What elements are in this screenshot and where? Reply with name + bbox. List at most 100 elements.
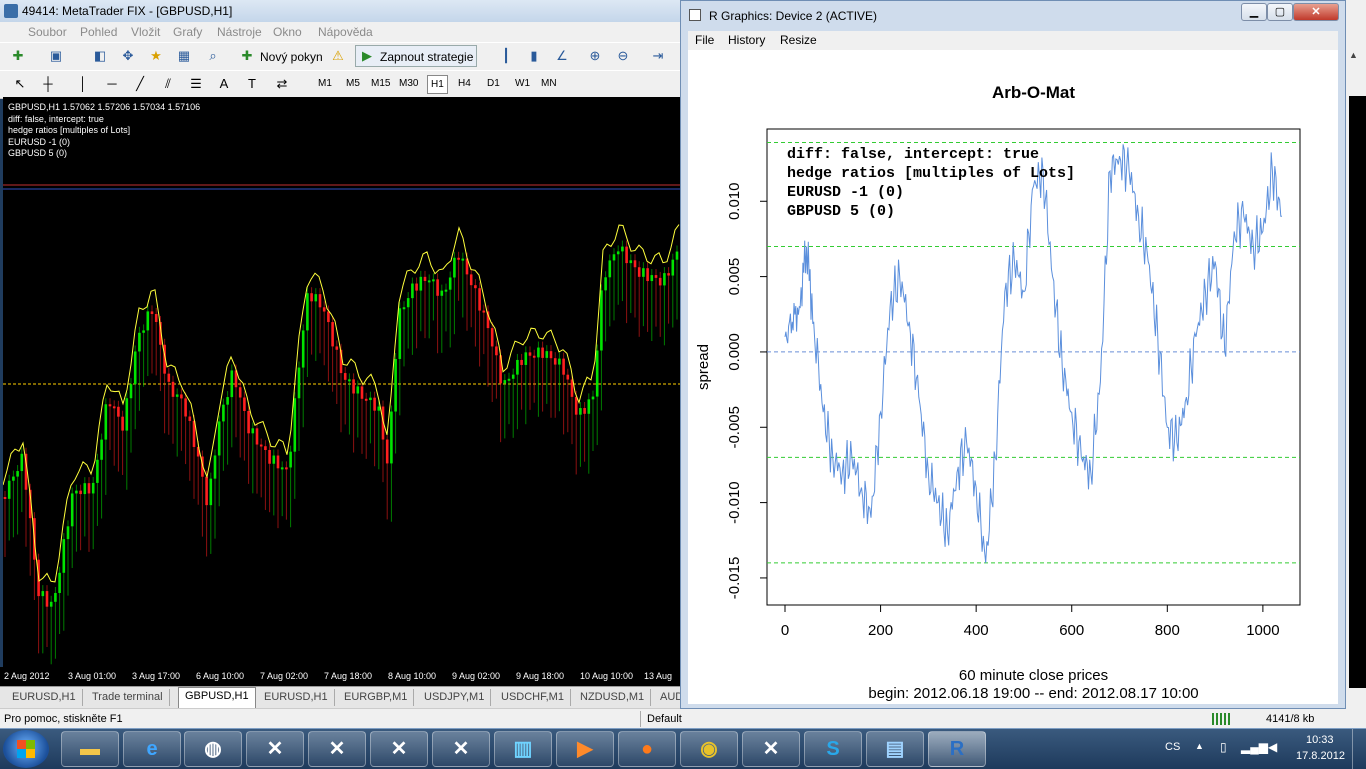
timeframe-m15[interactable]: M15 xyxy=(368,75,393,92)
time-label: 10 Aug 10:00 xyxy=(580,671,634,681)
candle xyxy=(243,397,246,411)
candlestick-icon[interactable]: ▮ xyxy=(526,48,542,64)
timeframe-m1[interactable]: M1 xyxy=(315,75,335,92)
time-label: 6 Aug 10:00 xyxy=(196,671,245,681)
menu-grafy[interactable]: Grafy xyxy=(173,25,202,39)
tester-icon[interactable]: ⌕ xyxy=(205,48,221,64)
network-icon[interactable]: ▂▄▆ xyxy=(1241,740,1268,754)
taskbar-remote[interactable]: ▤ xyxy=(866,731,924,767)
new-order-label: Nový pokyn xyxy=(260,50,323,64)
trendline-icon[interactable]: ╱ xyxy=(132,76,148,92)
timeframe-h4[interactable]: H4 xyxy=(455,75,474,92)
tray-expand-icon[interactable]: ▲ xyxy=(1195,741,1204,751)
timeframe-h1[interactable]: H1 xyxy=(427,75,448,94)
tab-trade-terminal[interactable]: Trade terminal xyxy=(86,689,170,706)
r-menu-history[interactable]: History xyxy=(728,33,765,47)
language-indicator[interactable]: CS xyxy=(1165,741,1180,753)
menu-pohled[interactable]: Pohled xyxy=(80,25,117,39)
taskbar-mt2[interactable]: ✕ xyxy=(308,731,366,767)
taskbar-mt5[interactable]: ✕ xyxy=(742,731,800,767)
auto-trading-button[interactable]: ▶ Zapnout strategie xyxy=(355,45,477,67)
line-chart-icon[interactable]: ∠ xyxy=(554,48,570,64)
volume-icon[interactable]: ◀ xyxy=(1268,740,1277,754)
candle xyxy=(600,290,603,351)
candle xyxy=(390,411,393,464)
chart-info-line: EURUSD -1 (0) xyxy=(8,136,71,147)
zoom-out-icon[interactable]: ⊖ xyxy=(615,48,631,64)
profiles-icon[interactable]: ▣ xyxy=(48,48,64,64)
text-label-icon[interactable]: T xyxy=(244,76,260,92)
new-order-button[interactable]: ✚ Nový pokyn xyxy=(236,46,328,67)
market-watch-icon[interactable]: ◧ xyxy=(92,48,108,64)
timeframe-mn[interactable]: MN xyxy=(538,75,560,92)
candle xyxy=(490,328,494,347)
candle xyxy=(3,497,7,499)
fibonacci-icon[interactable]: ☰ xyxy=(188,76,204,92)
menu-okno[interactable]: Okno xyxy=(273,25,302,39)
taskbar-mt4[interactable]: ✕ xyxy=(432,731,490,767)
maximize-button[interactable]: ▢ xyxy=(1267,3,1293,21)
warning-icon[interactable]: ⚠ xyxy=(330,48,346,64)
start-button[interactable] xyxy=(3,730,49,768)
taskbar-skype[interactable]: S xyxy=(804,731,862,767)
menu-napoveda[interactable]: Nápověda xyxy=(318,25,373,39)
timeframe-m30[interactable]: M30 xyxy=(396,75,421,92)
candle xyxy=(541,347,544,358)
taskbar-csm[interactable]: ▥ xyxy=(494,731,552,767)
candle xyxy=(348,379,351,382)
chart-shift-icon[interactable]: ⇥ xyxy=(650,48,666,64)
text-tool-icon[interactable]: A xyxy=(216,76,232,92)
taskbar-chrome[interactable]: ◉ xyxy=(680,731,738,767)
clock-time[interactable]: 10:33 xyxy=(1306,734,1334,746)
timeframe-m5[interactable]: M5 xyxy=(343,75,363,92)
new-chart-icon[interactable]: ✚ xyxy=(10,48,26,64)
tab-eurusd-h1[interactable]: EURUSD,H1 xyxy=(6,689,83,706)
status-traffic: 4141/8 kb xyxy=(1266,713,1315,725)
channel-icon[interactable]: ⫽ xyxy=(160,76,176,92)
close-button[interactable]: ✕ xyxy=(1293,3,1339,21)
tab-eurusd-h1-2[interactable]: EURUSD,H1 xyxy=(258,689,335,706)
tab-nzdusd-m1[interactable]: NZDUSD,M1 xyxy=(574,689,652,706)
horizontal-line-icon[interactable]: ─ xyxy=(104,76,120,92)
candle xyxy=(16,471,19,477)
candle xyxy=(247,410,250,434)
taskbar-ie[interactable]: e xyxy=(123,731,181,767)
minimize-button[interactable]: ▁ xyxy=(1241,3,1267,21)
r-menu-file[interactable]: File xyxy=(695,33,714,47)
tab-usdjpy-m1[interactable]: USDJPY,M1 xyxy=(418,689,492,706)
taskbar-media[interactable]: ▶ xyxy=(556,731,614,767)
scrollbar-up-icon[interactable]: ▲ xyxy=(1349,50,1358,60)
arrows-icon[interactable]: ⇄ xyxy=(274,76,290,92)
taskbar-r[interactable]: R xyxy=(928,731,986,767)
taskbar-explorer[interactable]: ▬ xyxy=(61,731,119,767)
tab-eurgbp-m1[interactable]: EURGBP,M1 xyxy=(338,689,415,706)
x-tick-label: 400 xyxy=(964,622,989,639)
timeframe-d1[interactable]: D1 xyxy=(484,75,503,92)
timeframe-w1[interactable]: W1 xyxy=(512,75,533,92)
menu-vlozit[interactable]: Vložit xyxy=(131,25,160,39)
tab-usdchf-m1[interactable]: USDCHF,M1 xyxy=(495,689,571,706)
taskbar-mt1[interactable]: ✕ xyxy=(246,731,304,767)
menu-soubor[interactable]: Soubor xyxy=(28,25,67,39)
show-desktop-button[interactable] xyxy=(1352,729,1366,769)
taskbar-live[interactable]: ◍ xyxy=(184,731,242,767)
status-help: Pro pomoc, stiskněte F1 xyxy=(4,713,123,725)
tab-gbpusd-h1[interactable]: GBPUSD,H1 xyxy=(178,687,256,709)
battery-icon[interactable]: ▯ xyxy=(1220,740,1227,754)
crosshair-icon[interactable]: ✥ xyxy=(120,48,136,64)
metatrader-icon: ✕ xyxy=(452,738,470,760)
cursor-icon[interactable]: ↖ xyxy=(12,76,28,92)
zoom-in-icon[interactable]: ⊕ xyxy=(587,48,603,64)
taskbar-mt3[interactable]: ✕ xyxy=(370,731,428,767)
clock-date[interactable]: 17.8.2012 xyxy=(1296,750,1345,762)
candle xyxy=(293,398,297,452)
crosshair-tool-icon[interactable]: ┼ xyxy=(40,76,56,92)
taskbar-firefox[interactable]: ● xyxy=(618,731,676,767)
vertical-line-icon[interactable]: │ xyxy=(75,76,91,92)
r-menu-resize[interactable]: Resize xyxy=(780,33,817,47)
favorites-icon[interactable]: ★ xyxy=(148,48,164,64)
bar-chart-icon[interactable]: ┃ xyxy=(498,48,514,64)
price-chart[interactable]: GBPUSD,H1 1.57062 1.57206 1.57034 1.5710… xyxy=(3,97,680,667)
navigator-icon[interactable]: ▦ xyxy=(176,48,192,64)
menu-nastroje[interactable]: Nástroje xyxy=(217,25,262,39)
